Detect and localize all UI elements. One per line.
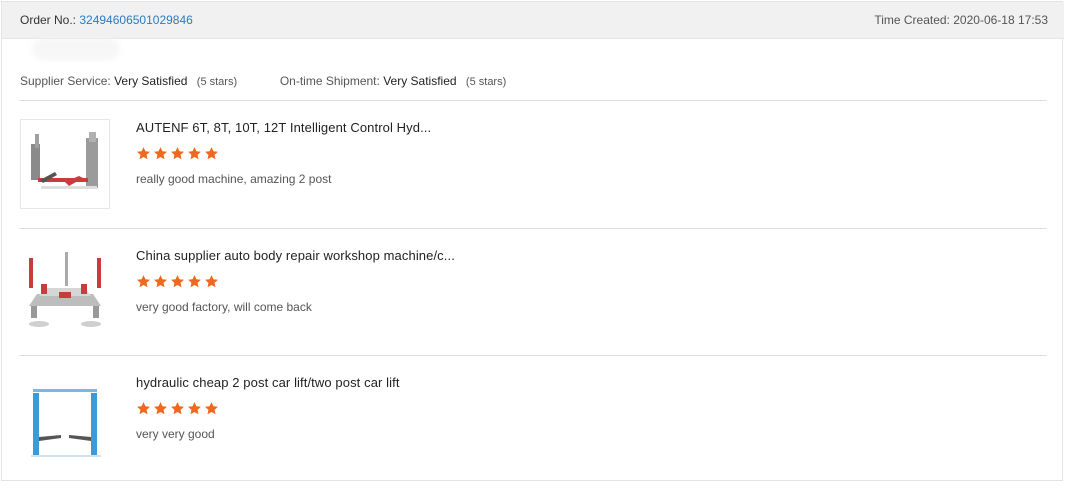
star-icon	[205, 147, 218, 160]
review-item: China supplier auto body repair workshop…	[19, 247, 1047, 365]
star-icon	[188, 275, 201, 288]
review-item: hydraulic cheap 2 post car lift/two post…	[19, 374, 1047, 492]
shipment-label: On-time Shipment:	[279, 74, 380, 88]
order-review-panel: Order No.: 3249460650102984​6 Time Creat…	[1, 1, 1064, 481]
divider	[19, 355, 1047, 356]
store-ratings: Supplier Service: Very Satisfied (5 star…	[20, 74, 506, 88]
product-thumbnail[interactable]	[20, 119, 110, 209]
divider	[19, 100, 1047, 101]
time-created-value: 2020-06-18 17:53	[953, 13, 1048, 27]
star-icon	[188, 147, 201, 160]
star-icon	[205, 402, 218, 415]
shipment-stars: (5 stars)	[465, 76, 507, 88]
review-comment: really good machine, amazing 2 post	[136, 172, 332, 186]
shipment-value: Very Satisfied	[383, 74, 457, 88]
car-bench-frame-icon	[29, 252, 101, 327]
divider	[19, 228, 1047, 229]
star-icon	[154, 147, 167, 160]
product-thumbnail[interactable]	[20, 374, 110, 464]
star-icon	[154, 402, 167, 415]
two-post-car-lift-icon	[31, 389, 101, 457]
product-title[interactable]: China supplier auto body repair workshop…	[136, 248, 455, 263]
star-icon	[137, 147, 150, 160]
star-rating	[136, 146, 219, 162]
supplier-service-stars: (5 stars)	[196, 76, 238, 88]
supplier-service-value: Very Satisfied	[114, 74, 188, 88]
review-comment: very very good	[136, 427, 215, 441]
time-created: Time Created: 2020-06-18 17:53	[874, 13, 1048, 27]
review-comment: very good factory, will come back	[136, 300, 312, 314]
product-title[interactable]: hydraulic cheap 2 post car lift/two post…	[136, 375, 400, 390]
order-number-label: Order No.:	[20, 13, 77, 27]
product-thumbnail[interactable]	[20, 247, 110, 337]
star-icon	[137, 275, 150, 288]
star-rating	[136, 274, 219, 290]
order-number-link[interactable]: 3249460650102984​6	[79, 13, 192, 27]
auto-body-frame-machine-icon	[31, 132, 98, 189]
order-number-row: Order No.: 3249460650102984​6	[20, 13, 193, 27]
star-icon	[137, 402, 150, 415]
blurred-area	[32, 38, 120, 60]
star-icon	[154, 275, 167, 288]
star-icon	[171, 402, 184, 415]
star-rating	[136, 401, 219, 417]
time-created-label: Time Created:	[874, 13, 950, 27]
star-icon	[188, 402, 201, 415]
product-title[interactable]: AUTENF 6T, 8T, 10T, 12T Intelligent Cont…	[136, 120, 431, 135]
supplier-service-label: Supplier Service:	[20, 74, 111, 88]
star-icon	[205, 275, 218, 288]
star-icon	[171, 147, 184, 160]
review-item: AUTENF 6T, 8T, 10T, 12T Intelligent Cont…	[19, 119, 1047, 237]
order-header: Order No.: 3249460650102984​6 Time Creat…	[2, 2, 1064, 39]
star-icon	[171, 275, 184, 288]
